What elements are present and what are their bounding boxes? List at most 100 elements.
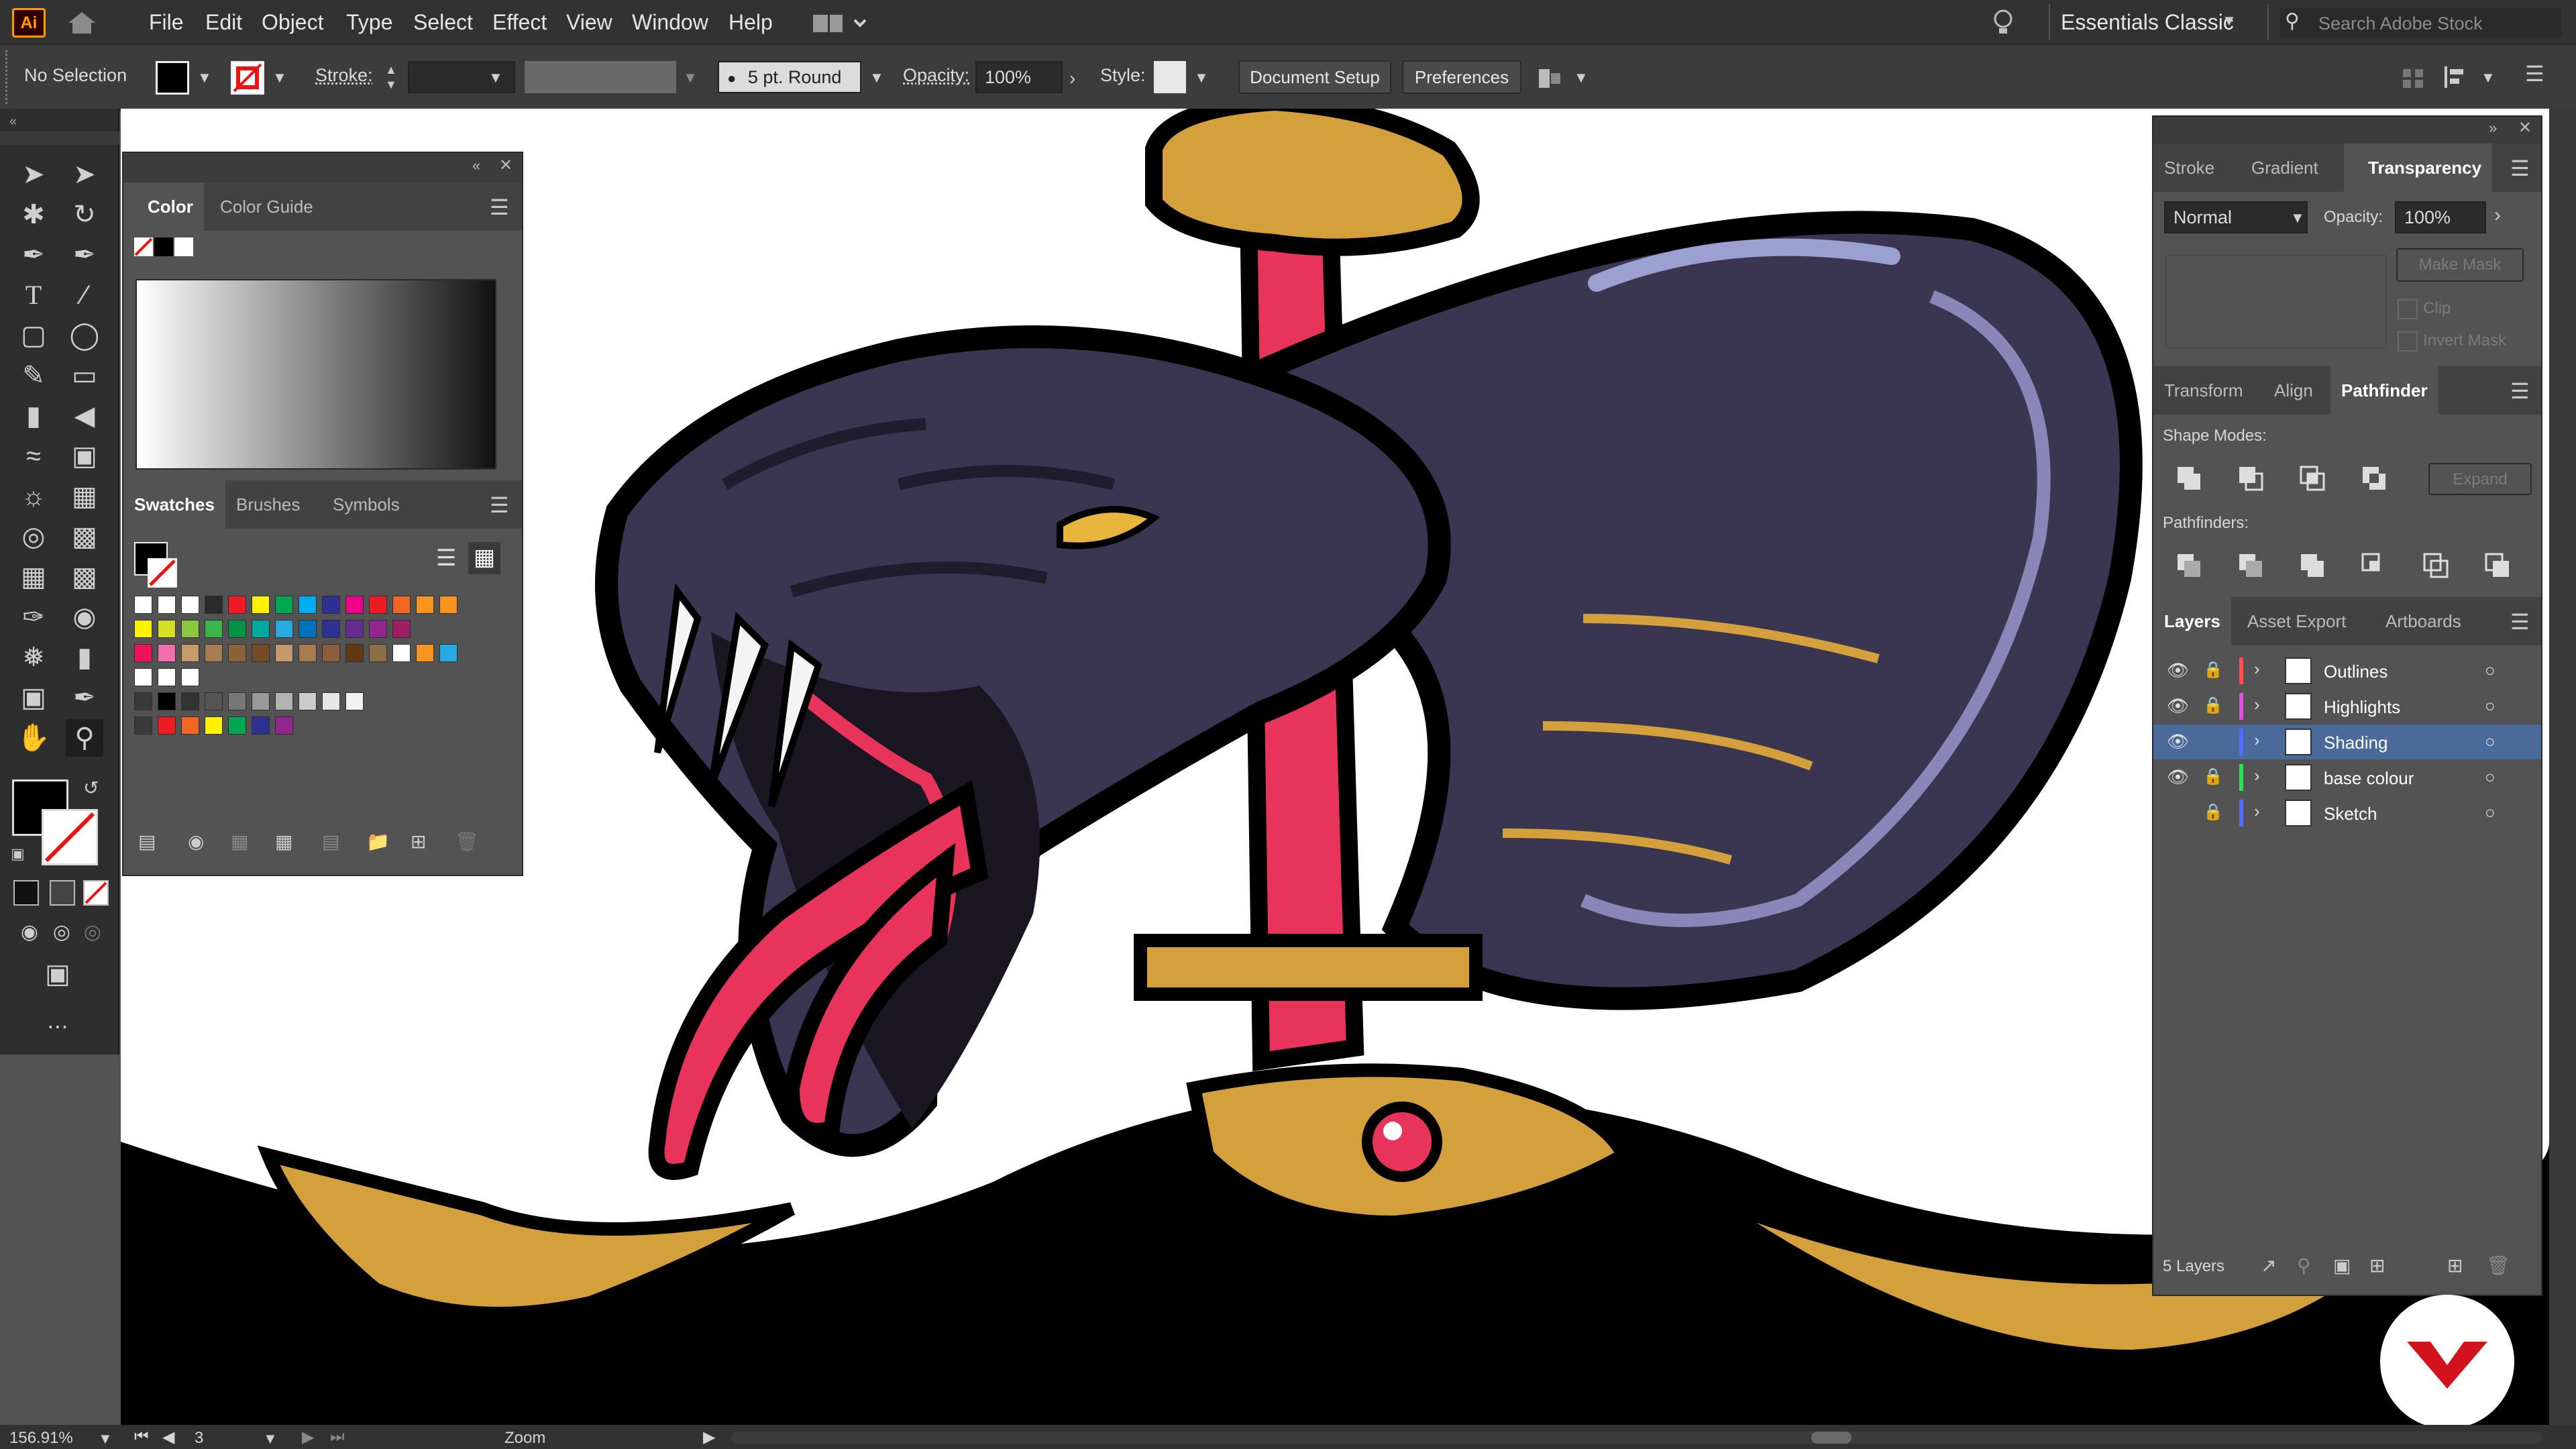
gradient-tool-icon[interactable]: ▩: [66, 558, 103, 596]
color-swatch[interactable]: [369, 644, 387, 662]
color-swatch[interactable]: [299, 620, 317, 638]
tab-stroke[interactable]: Stroke: [2153, 144, 2225, 192]
new-sublayer-icon[interactable]: ⊞: [2369, 1254, 2385, 1277]
selection-tool-icon[interactable]: ➤: [15, 156, 52, 193]
list-view-icon[interactable]: ☰: [436, 545, 456, 572]
color-mode-button[interactable]: [13, 880, 39, 906]
perspective-grid-tool-icon[interactable]: ▦: [66, 478, 103, 515]
color-swatch[interactable]: [181, 644, 199, 662]
trim-icon[interactable]: [2238, 553, 2265, 580]
none-swatch[interactable]: [134, 237, 153, 256]
width-tool-icon[interactable]: ≈: [15, 437, 52, 475]
none-mode-button[interactable]: [83, 880, 109, 906]
expand-button[interactable]: Expand: [2428, 463, 2532, 495]
opacity-label[interactable]: Opacity:: [903, 65, 969, 86]
layer-name[interactable]: Highlights: [2324, 697, 2400, 718]
white-swatch[interactable]: [174, 237, 193, 256]
color-swatch[interactable]: [228, 644, 246, 662]
color-swatch[interactable]: [228, 692, 246, 710]
clip-checkbox[interactable]: [2398, 299, 2418, 319]
stroke-color-box[interactable]: [42, 809, 98, 865]
stroke-swatch[interactable]: [231, 61, 264, 95]
lock-icon[interactable]: 🔒: [2203, 802, 2223, 822]
brush-dropdown-icon[interactable]: ▼: [869, 69, 884, 87]
last-artboard-icon[interactable]: ⏭: [330, 1428, 345, 1446]
menu-view[interactable]: View: [566, 7, 612, 38]
grid-view-icon[interactable]: ▦: [468, 542, 500, 574]
style-swatch[interactable]: [1154, 61, 1186, 93]
unite-icon[interactable]: [2176, 466, 2203, 492]
color-swatch[interactable]: [345, 620, 364, 638]
color-swatch[interactable]: [134, 716, 152, 735]
exclude-icon[interactable]: [2361, 466, 2388, 492]
direct-selection-tool-icon[interactable]: ➤: [66, 156, 103, 193]
stroke-label[interactable]: Stroke:: [315, 65, 373, 86]
lock-icon[interactable]: 🔒: [2203, 696, 2223, 715]
collect-for-export-icon[interactable]: ↗: [2261, 1254, 2276, 1277]
home-icon[interactable]: [64, 9, 99, 36]
swap-fill-stroke-icon[interactable]: ↺: [83, 777, 99, 799]
panel-menu-icon[interactable]: ☰: [490, 195, 509, 220]
expand-layer-chevron-icon[interactable]: ›: [2254, 801, 2260, 822]
tab-asset-export[interactable]: Asset Export: [2237, 597, 2357, 645]
visibility-eye-icon[interactable]: 👁: [2167, 731, 2189, 752]
panel-header[interactable]: « ✕: [123, 153, 522, 182]
align-icon[interactable]: [1536, 65, 1563, 92]
collapse-icon[interactable]: «: [472, 157, 480, 174]
menu-effect[interactable]: Effect: [492, 7, 547, 38]
artboard-tool-icon[interactable]: ▣: [15, 679, 52, 716]
collapse-toolbar-icon[interactable]: «: [9, 114, 17, 129]
layer-name[interactable]: Shading: [2324, 733, 2387, 753]
tab-color[interactable]: Color: [123, 182, 204, 231]
layer-name[interactable]: Sketch: [2324, 804, 2377, 824]
color-swatch[interactable]: [275, 596, 293, 614]
color-swatch[interactable]: [158, 644, 176, 662]
collapse-icon[interactable]: »: [2489, 119, 2497, 137]
color-swatch[interactable]: [322, 596, 340, 614]
layer-row[interactable]: 👁 🔒 › Outlines ○: [2153, 653, 2541, 688]
opacity-field[interactable]: 100%: [975, 61, 1063, 93]
black-swatch[interactable]: [154, 237, 173, 256]
color-swatch[interactable]: [275, 692, 293, 710]
transparency-opacity-field[interactable]: 100%: [2395, 201, 2486, 233]
color-swatch[interactable]: [252, 692, 270, 710]
delete-layer-icon[interactable]: 🗑: [2486, 1254, 2510, 1277]
lock-icon[interactable]: 🔒: [2203, 767, 2223, 786]
outline-icon[interactable]: [2423, 553, 2450, 580]
color-swatch[interactable]: [228, 716, 246, 735]
tab-symbols[interactable]: Symbols: [322, 480, 411, 529]
color-swatch[interactable]: [322, 644, 340, 662]
vertical-scrollbar[interactable]: [2549, 109, 2576, 1425]
color-swatch[interactable]: [345, 596, 364, 614]
hand-tool-icon[interactable]: ✋: [15, 719, 52, 757]
tab-transform[interactable]: Transform: [2153, 366, 2254, 415]
color-swatch[interactable]: [228, 620, 246, 638]
rectangle-tool-icon[interactable]: ▢: [15, 317, 52, 354]
tab-artboards[interactable]: Artboards: [2375, 597, 2472, 645]
color-swatch[interactable]: [299, 692, 317, 710]
menu-file[interactable]: File: [149, 7, 184, 38]
color-swatch[interactable]: [181, 596, 199, 614]
color-swatch[interactable]: [158, 668, 176, 686]
folder-icon[interactable]: 📁: [366, 830, 390, 853]
menu-help[interactable]: Help: [729, 7, 773, 38]
panel-options-dropdown-icon[interactable]: ▼: [2481, 69, 2496, 87]
align-dropdown-icon[interactable]: ▼: [1574, 69, 1589, 87]
make-mask-button[interactable]: Make Mask: [2396, 248, 2524, 282]
color-swatch[interactable]: [205, 644, 223, 662]
paintbrush-tool-icon[interactable]: ✎: [15, 357, 52, 394]
color-swatch[interactable]: [252, 620, 270, 638]
tab-align[interactable]: Align: [2263, 366, 2324, 415]
expand-layer-chevron-icon[interactable]: ›: [2254, 730, 2260, 751]
style-dropdown-icon[interactable]: ▼: [1194, 69, 1209, 87]
grip-handle[interactable]: [5, 50, 11, 104]
color-swatch[interactable]: [134, 596, 152, 614]
target-circle-icon[interactable]: ○: [2485, 767, 2496, 788]
shaper-tool-icon[interactable]: ▭: [66, 357, 103, 394]
target-circle-icon[interactable]: ○: [2485, 696, 2496, 716]
brush-definition[interactable]: ● 5 pt. Round: [718, 61, 861, 93]
status-menu-icon[interactable]: ▶: [703, 1428, 715, 1447]
menu-object[interactable]: Object: [262, 7, 323, 38]
toolbar-grip[interactable]: [0, 131, 119, 145]
divide-icon[interactable]: [2176, 553, 2203, 580]
